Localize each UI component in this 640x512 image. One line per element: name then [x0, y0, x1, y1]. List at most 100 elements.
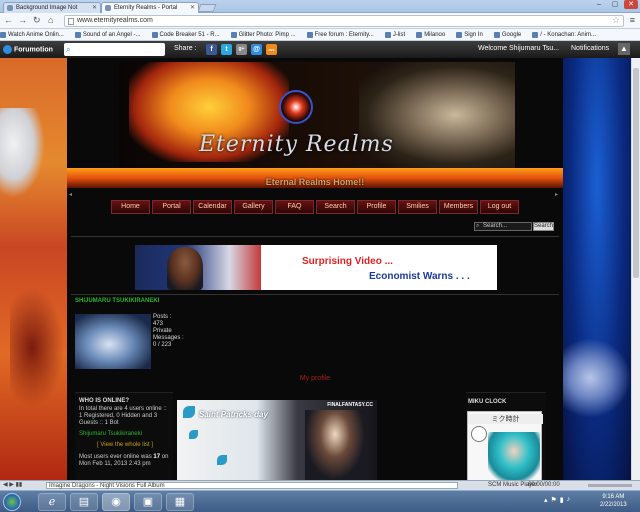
nav-home[interactable]: Home [111, 200, 150, 214]
miku-clock-widget[interactable]: ミク時計 [467, 411, 543, 481]
player-controls-icon[interactable]: ◀ ▶ ▮▮ [3, 481, 22, 488]
nav-smilies[interactable]: Smilies [398, 200, 437, 214]
online-user-link[interactable]: Shijumaru Tsukikiraneki [79, 431, 171, 438]
back-arrow-icon[interactable]: ← [4, 16, 13, 25]
bookmark-icon [0, 31, 6, 38]
bookmark-item[interactable]: / - Konachan: Anim... [532, 31, 596, 38]
nav-search[interactable]: Search [316, 200, 355, 214]
bookmark-item[interactable]: Glitter Photo: Pimp ... [230, 31, 296, 38]
main-content: Eternity Realms Eternal Realms Home!! ◂ … [67, 58, 563, 481]
bookmark-item[interactable]: J-list [384, 31, 405, 38]
nav-faq[interactable]: FAQ [275, 200, 314, 214]
url-input[interactable]: www.eternityrealms.com [64, 15, 624, 27]
nav-members[interactable]: Members [439, 200, 478, 214]
close-window-icon[interactable]: ✕ [624, 0, 638, 9]
player-volume[interactable] [588, 484, 632, 487]
nav-portal[interactable]: Portal [152, 200, 191, 214]
bookmark-icon [416, 31, 423, 38]
view-whole-list-link[interactable]: [ View the whole list ] [79, 442, 171, 449]
advertisement[interactable]: Surprising Video ... Economist Warns . .… [135, 245, 497, 290]
home-icon[interactable]: ⌂ [48, 16, 53, 25]
saint-patricks-graphic: Saint Patricks day FINALFANTASY.CC [177, 400, 377, 480]
internet-explorer-icon[interactable]: ℯ [38, 493, 66, 511]
menu-icon[interactable]: ≡ [630, 15, 635, 25]
bookmark-item[interactable]: Free forum : Eternity... [306, 31, 374, 38]
volume-icon[interactable]: ♪ [567, 496, 571, 504]
start-button[interactable] [3, 493, 21, 511]
forumotion-logo[interactable]: Forumotion [3, 45, 53, 54]
nav-gallery[interactable]: Gallery [234, 200, 273, 214]
main-nav: Home Portal Calendar Gallery FAQ Search … [67, 200, 563, 220]
address-bar: ← → ↻ ⌂ www.eternityrealms.com ☆ ≡ [0, 13, 640, 29]
user-avatar[interactable] [75, 314, 151, 369]
forward-arrow-icon[interactable]: → [18, 16, 27, 25]
miku-figure [488, 432, 540, 480]
bookmark-item[interactable]: Watch Anime Onlin... [0, 31, 64, 38]
twitter-icon[interactable]: t [221, 44, 232, 55]
site-search-button[interactable]: Search [533, 222, 554, 231]
my-profile-link[interactable]: My profile [67, 375, 563, 382]
bookmark-item[interactable]: Code Breaker 51 - R... [151, 31, 220, 38]
site-banner[interactable]: Eternity Realms [119, 62, 515, 168]
share-label: Share : [174, 45, 197, 52]
ad-line-1: Surprising Video ... [302, 256, 393, 267]
toolbar-search-input[interactable]: ⌕ [64, 43, 165, 56]
bookmark-item[interactable]: Milanoo [416, 31, 445, 38]
notifications-link[interactable]: Notifications [571, 45, 609, 52]
banner-title: Eternity Realms [199, 132, 394, 157]
facebook-icon[interactable]: f [206, 44, 217, 55]
bookmark-item[interactable]: Google [493, 31, 521, 38]
new-tab-button[interactable] [197, 4, 217, 12]
bookmark-icon [74, 31, 81, 38]
search-icon: ⌕ [66, 45, 71, 54]
flag-icon[interactable]: ⚑ [551, 496, 557, 504]
maximize-icon[interactable]: ▢ [608, 0, 622, 9]
rss-icon[interactable]: rss [266, 44, 277, 55]
chrome-icon[interactable]: ◉ [102, 493, 130, 511]
now-playing[interactable]: Imagine Dragons - Night Visions Full Alb… [46, 482, 458, 489]
nav-calendar[interactable]: Calendar [193, 200, 232, 214]
window-controls: – ▢ ✕ [592, 0, 638, 10]
site-search-input[interactable]: ⌕ Search... [474, 222, 532, 231]
who-online-panel: WHO IS ONLINE? In total there are 4 user… [75, 392, 173, 480]
pictures-app-icon[interactable]: ▦ [166, 493, 194, 511]
graphic-brand: FINALFANTASY.CC [327, 402, 373, 408]
search-icon: ⌕ [476, 223, 480, 229]
system-clock[interactable]: 9:16 AM 2/22/2013 [600, 493, 627, 509]
private-messages-link[interactable]: Private Messages : [153, 328, 189, 342]
close-tab-icon[interactable]: ✕ [92, 4, 97, 11]
username-heading[interactable]: SHIJUMARU TSUKIKIRANEKI [75, 298, 159, 304]
bookmark-icon [456, 31, 463, 38]
email-icon[interactable]: @ [251, 44, 262, 55]
reload-icon[interactable]: ↻ [33, 16, 41, 25]
file-explorer-icon[interactable]: ▤ [70, 493, 98, 511]
close-tab-icon[interactable]: ✕ [190, 4, 195, 11]
miku-clock-panel: MIKU CLOCK ミク時計 [466, 392, 546, 481]
tab-eternity-realms[interactable]: Eternity Realms - Portal ✕ [101, 2, 199, 13]
minimize-icon[interactable]: – [592, 0, 606, 9]
system-tray: ▴ ⚑ ▮ ♪ [544, 496, 570, 504]
bookmark-item[interactable]: Sign In [456, 31, 483, 38]
site-search: ⌕ Search... Search [474, 222, 554, 232]
bookmark-item[interactable]: Sound of an Angel -... [74, 31, 141, 38]
nav-logout[interactable]: Log out [480, 200, 519, 214]
welcome-user[interactable]: Welcome Shijumaru Tsu... [478, 45, 559, 52]
network-icon[interactable]: ▮ [560, 496, 564, 504]
network-app-icon[interactable]: ▣ [134, 493, 162, 511]
bookmark-star-icon[interactable]: ☆ [612, 15, 620, 26]
scroll-top-icon[interactable]: ▲ [618, 43, 630, 55]
page-icon [68, 18, 74, 25]
miku-clock-title: MIKU CLOCK [468, 399, 507, 405]
tab-background-image[interactable]: Background Image Not ✕ [3, 2, 101, 13]
user-stats: Posts : 473 Private Messages : 0 / 223 [153, 314, 189, 349]
nav-profile[interactable]: Profile [357, 200, 396, 214]
tray-arrow-icon[interactable]: ▴ [544, 496, 548, 504]
page-icon [105, 5, 111, 11]
bookmark-icon [532, 31, 539, 38]
google-plus-icon[interactable]: g+ [236, 44, 247, 55]
scrollbar-thumb[interactable] [633, 68, 639, 278]
bookmark-icon [306, 31, 313, 38]
taskbar: ℯ ▤ ◉ ▣ ▦ ▴ ⚑ ▮ ♪ 9:16 AM 2/22/2013 [0, 490, 640, 512]
player-time: 00:00/00:00 [528, 482, 560, 488]
page-scrollbar[interactable] [631, 58, 640, 480]
